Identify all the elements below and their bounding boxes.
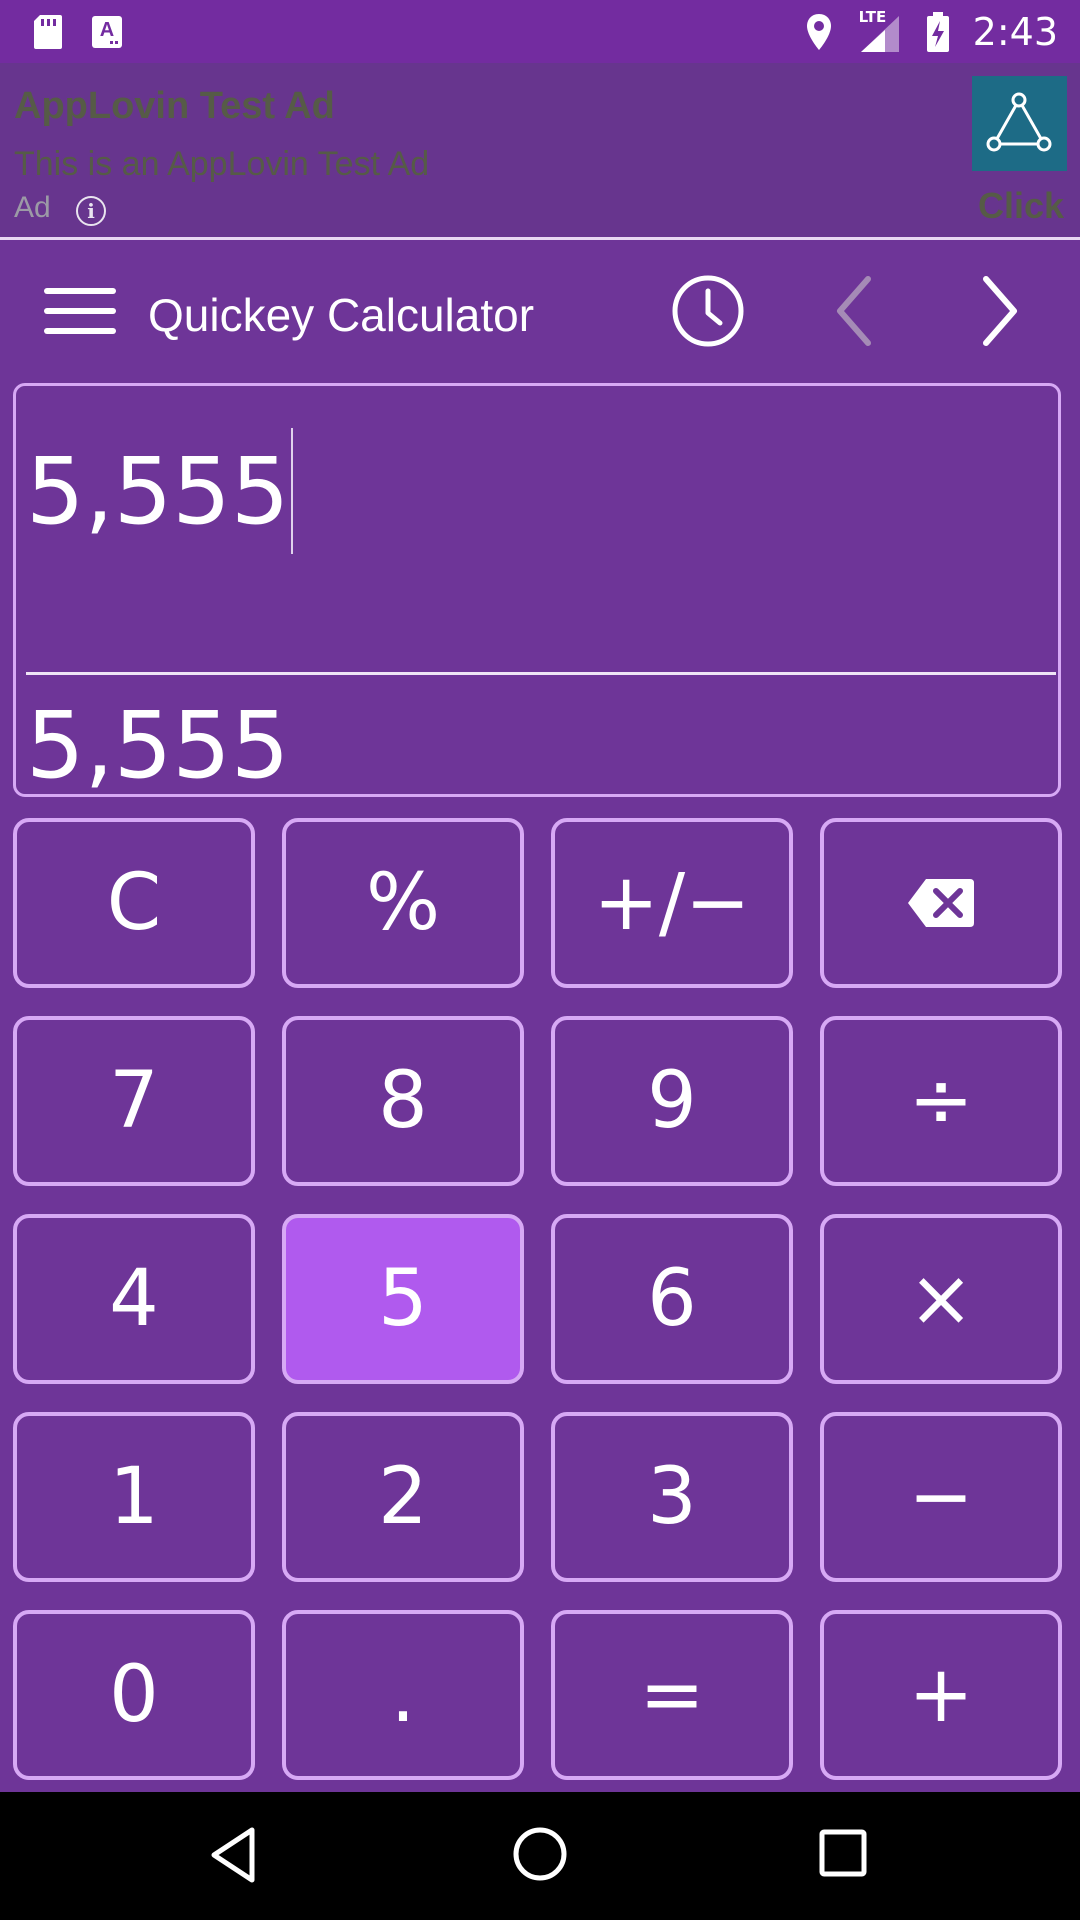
- key-label: 1: [109, 1452, 159, 1542]
- system-nav-bar: [0, 1792, 1080, 1920]
- key-label: 0: [109, 1650, 159, 1740]
- ad-label: Ad: [14, 191, 51, 224]
- status-bar: A LTE 2:43: [0, 0, 1080, 63]
- key-label: ×: [908, 1254, 974, 1344]
- ad-click-button[interactable]: Click: [978, 185, 1064, 227]
- key-label: C: [106, 858, 162, 948]
- digit-0-button[interactable]: 0: [13, 1610, 255, 1780]
- digit-1-button[interactable]: 1: [13, 1412, 255, 1582]
- key-label: 3: [647, 1452, 697, 1542]
- ad-info-icon[interactable]: i: [76, 196, 106, 226]
- app-title: Quickey Calculator: [148, 289, 535, 341]
- status-time: 2:43: [972, 9, 1058, 54]
- history-clock-icon[interactable]: [670, 273, 746, 349]
- ad-description: This is an AppLovin Test Ad: [14, 145, 430, 183]
- digit-4-button[interactable]: 4: [13, 1214, 255, 1384]
- backspace-button[interactable]: [820, 818, 1062, 988]
- key-label: +/−: [593, 858, 751, 948]
- key-label: ÷: [908, 1056, 974, 1146]
- clear-button[interactable]: C: [13, 818, 255, 988]
- redo-chevron-right-icon[interactable]: [968, 273, 1032, 349]
- key-label: 4: [109, 1254, 159, 1344]
- nav-recents-icon[interactable]: [818, 1828, 868, 1878]
- key-label: .: [390, 1650, 416, 1740]
- ad-banner[interactable]: AppLovin Test Ad This is an AppLovin Tes…: [0, 63, 1080, 237]
- backspace-icon: [908, 879, 974, 927]
- battery-charging-icon: [926, 11, 949, 52]
- key-label: 2: [378, 1452, 428, 1542]
- display-divider: [26, 672, 1056, 675]
- percent-button[interactable]: %: [282, 818, 524, 988]
- ad-logo-icon[interactable]: [972, 76, 1067, 171]
- key-label: 9: [647, 1056, 697, 1146]
- key-label: +: [908, 1650, 974, 1740]
- font-notification-icon: A: [92, 15, 122, 48]
- expression-text: 5,555: [26, 437, 290, 545]
- key-label: 5: [378, 1254, 428, 1344]
- undo-chevron-left-icon[interactable]: [822, 273, 886, 349]
- svg-text:A: A: [100, 19, 114, 41]
- digit-3-button[interactable]: 3: [551, 1412, 793, 1582]
- key-label: =: [639, 1650, 705, 1740]
- text-cursor: [291, 428, 294, 554]
- digit-9-button[interactable]: 9: [551, 1016, 793, 1186]
- digit-6-button[interactable]: 6: [551, 1214, 793, 1384]
- equals-button[interactable]: =: [551, 1610, 793, 1780]
- plus-minus-button[interactable]: +/−: [551, 818, 793, 988]
- key-label: 6: [647, 1254, 697, 1344]
- nav-home-icon[interactable]: [512, 1826, 568, 1882]
- menu-icon[interactable]: [44, 288, 116, 334]
- subtract-button[interactable]: −: [820, 1412, 1062, 1582]
- expression-input[interactable]: 5,555: [26, 428, 294, 554]
- location-icon: [806, 13, 831, 50]
- multiply-button[interactable]: ×: [820, 1214, 1062, 1384]
- digit-2-button[interactable]: 2: [282, 1412, 524, 1582]
- digit-7-button[interactable]: 7: [13, 1016, 255, 1186]
- add-button[interactable]: +: [820, 1610, 1062, 1780]
- calculator-display: 5,555 5,555: [13, 383, 1061, 799]
- digit-5-button[interactable]: 5: [282, 1214, 524, 1384]
- sd-card-icon: [34, 14, 62, 49]
- nav-back-icon[interactable]: [208, 1826, 258, 1884]
- key-label: %: [365, 858, 441, 948]
- decimal-button[interactable]: .: [282, 1610, 524, 1780]
- result-text: 5,555: [26, 692, 290, 799]
- divide-button[interactable]: ÷: [820, 1016, 1062, 1186]
- lte-signal-icon: [860, 15, 899, 52]
- digit-8-button[interactable]: 8: [282, 1016, 524, 1186]
- key-label: 7: [109, 1056, 159, 1146]
- ad-title[interactable]: AppLovin Test Ad: [14, 85, 335, 128]
- app-toolbar: Quickey Calculator: [0, 240, 1080, 382]
- key-label: −: [908, 1452, 974, 1542]
- key-label: 8: [378, 1056, 428, 1146]
